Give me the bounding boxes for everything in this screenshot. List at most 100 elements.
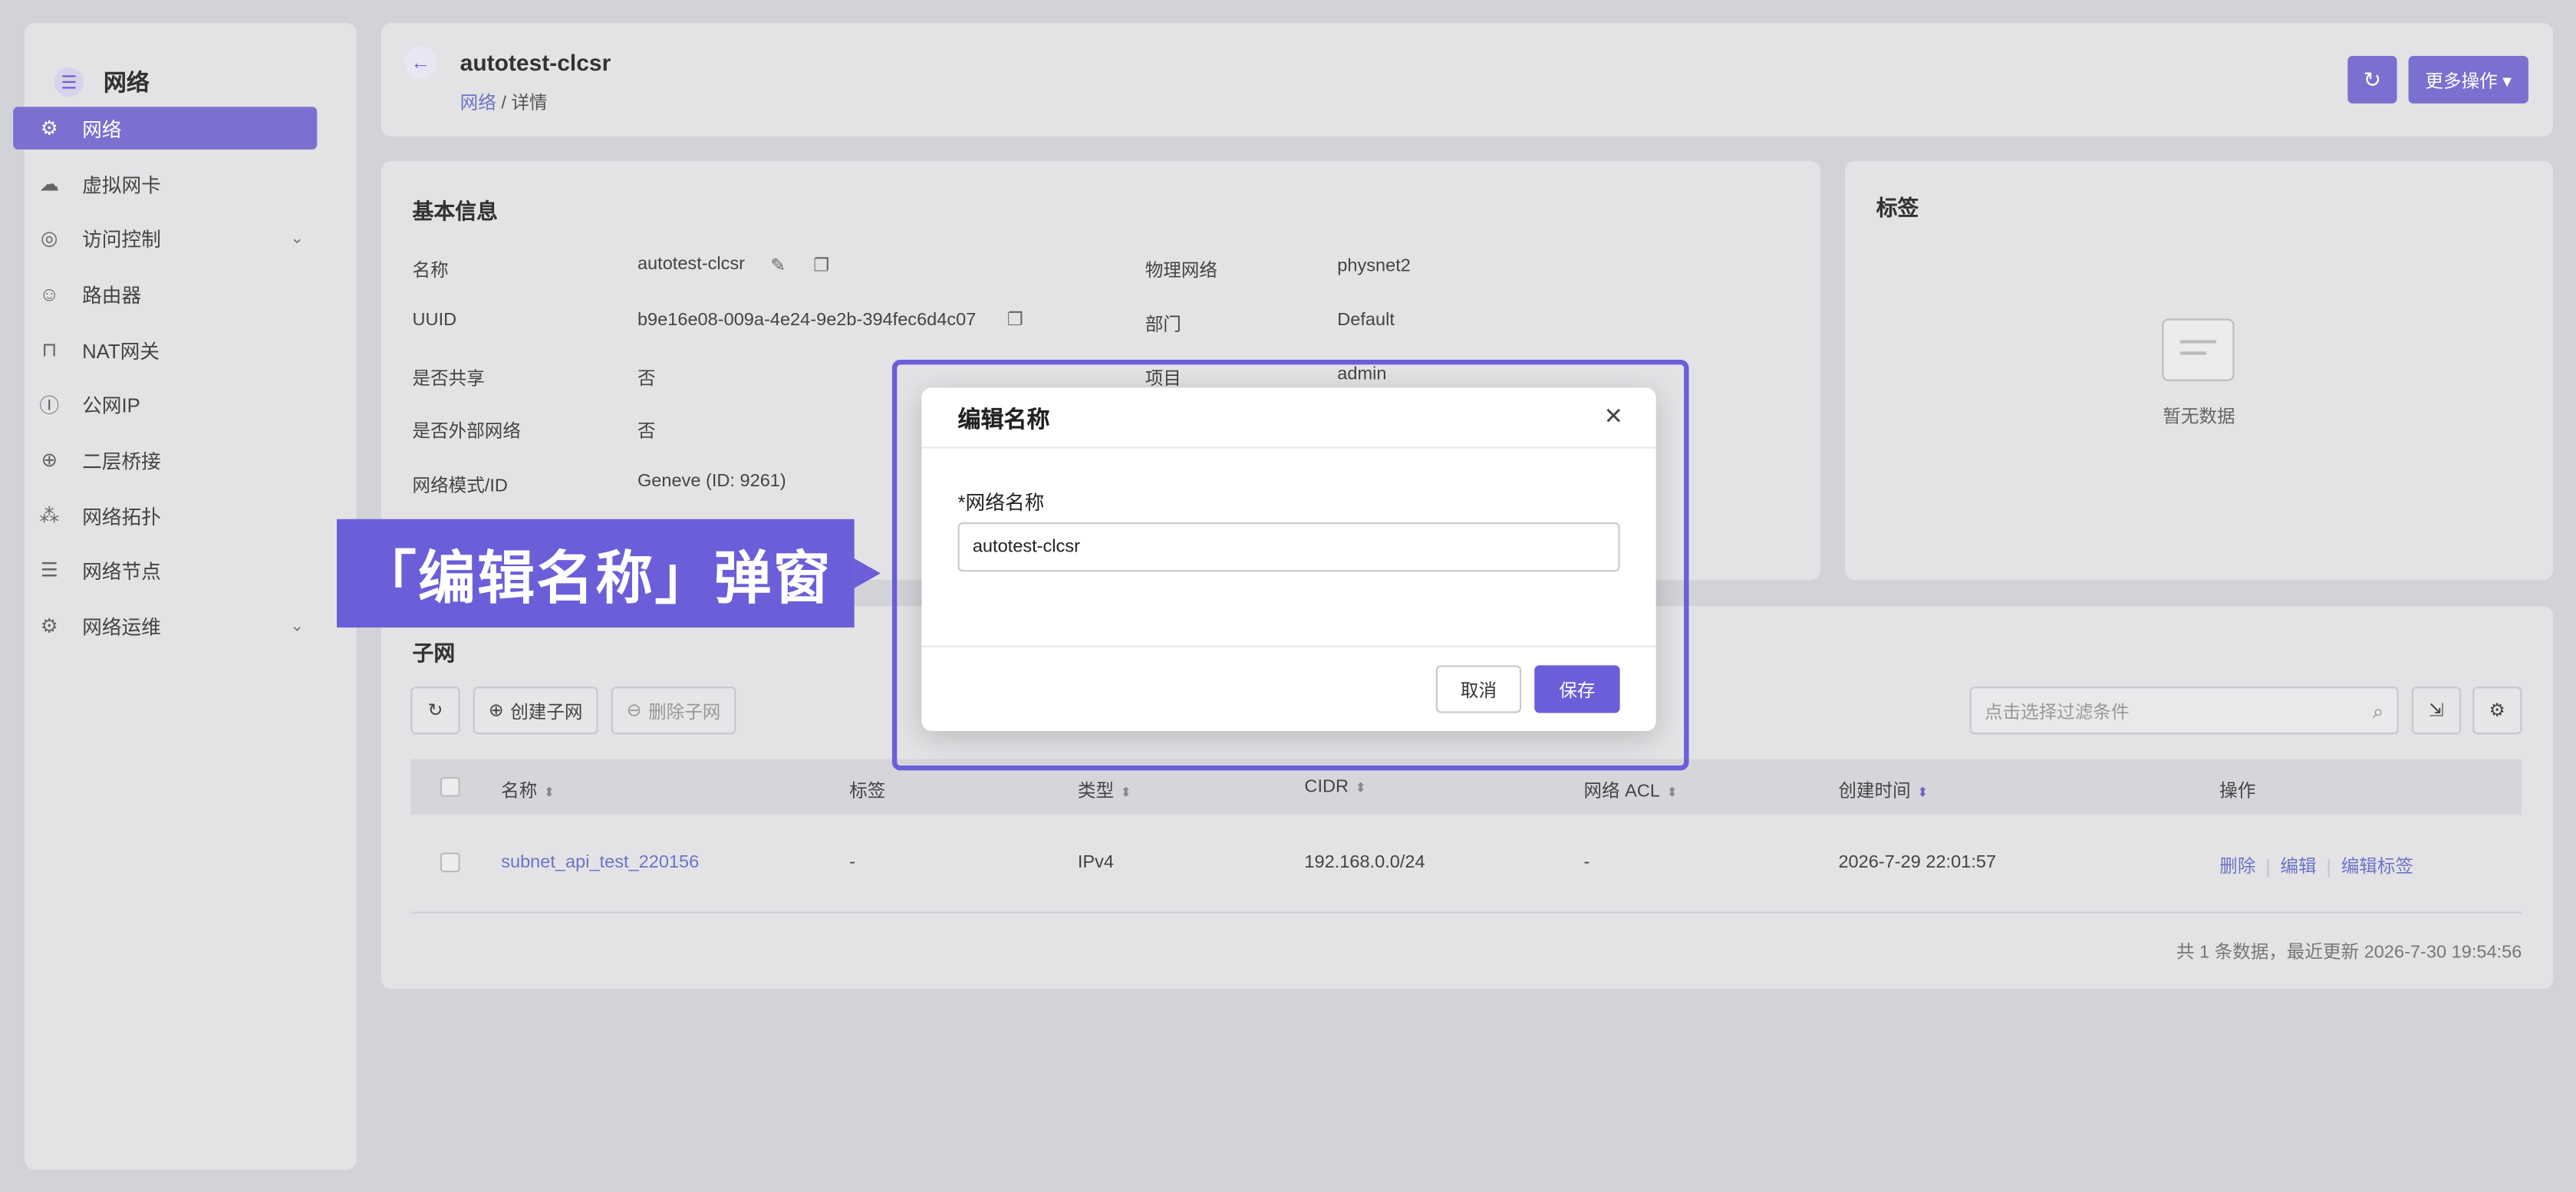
modal-title: 编辑名称 [957, 405, 1050, 433]
refresh-button[interactable]: ↻ [410, 687, 460, 735]
sidebar-item-network[interactable]: ⚙ 网络 [13, 107, 318, 150]
search-icon[interactable]: ⌕ [2373, 700, 2383, 724]
chevron-down-icon[interactable]: ⌄ [290, 617, 304, 635]
field-label: 是否外部网络 [412, 422, 521, 443]
server-icon: ☰ [40, 558, 58, 582]
table-cell: - [849, 852, 856, 873]
tags-card: 标签 暂无数据 [1845, 160, 2554, 580]
sidebar-item-nat-gateway[interactable]: ⊓ NAT网关 [13, 328, 317, 371]
sidebar-item-network-ops[interactable]: ⚙ 网络运维 ⌄ [13, 604, 317, 647]
delete-link[interactable]: 删除 [2219, 858, 2255, 878]
button-label: 删除子网 [648, 702, 721, 723]
sidebar-item-l2-bridge[interactable]: ⊕ 二层桥接 [13, 439, 317, 482]
back-arrow-icon[interactable]: ← [404, 45, 437, 79]
field-label: 物理网络 [1145, 261, 1217, 282]
refresh-icon: ↻ [427, 701, 443, 722]
minus-circle-icon: ⊖ [626, 701, 642, 722]
filter-placeholder: 点击选择过滤条件 [1985, 702, 2130, 723]
shield-icon: ◎ [41, 226, 58, 250]
sidebar-item-label: NAT网关 [82, 339, 160, 363]
table-cell: 192.168.0.0/24 [1304, 852, 1425, 873]
sidebar-item-label: 网络运维 [82, 615, 161, 639]
field-label: *网络名称 [957, 491, 1045, 515]
sidebar-item-access-control[interactable]: ◎ 访问控制 ⌄ [13, 217, 317, 260]
bridge-icon: ⊕ [41, 448, 58, 472]
network-name-input[interactable]: autotest-clcsr [957, 522, 1620, 572]
cloud-icon: ☁ [39, 172, 60, 196]
refresh-icon: ↻ [2363, 66, 2382, 91]
sidebar-item-label: 路由器 [82, 283, 142, 307]
column-header[interactable]: 名称 ⬍ [501, 777, 555, 803]
delete-subnet-button[interactable]: ⊖ 删除子网 [611, 687, 736, 735]
column-header[interactable]: CIDR ⬍ [1304, 777, 1366, 797]
field-value: b9e16e08-009a-4e24-9e2b-394fec6d4c07 [637, 310, 977, 331]
row-actions: 删除 编辑 编辑标签 [2219, 852, 2413, 878]
create-subnet-button[interactable]: ⊕ 创建子网 [473, 687, 598, 735]
sidebar-item-label: 虚拟网卡 [82, 173, 161, 196]
sidebar-title: 网络 [103, 68, 150, 96]
gear-icon: ⚙ [2489, 701, 2505, 722]
table-cell: 2026-7-29 22:01:57 [1838, 852, 1997, 873]
sidebar-item-label: 网络 [82, 117, 122, 141]
sidebar-item-router[interactable]: ☺ 路由器 [13, 273, 317, 316]
breadcrumb-separator: / [501, 94, 506, 114]
app-root: ☰ 网络 ⚙ 网络 ☁ 虚拟网卡 ◎ 访问控制 ⌄ ☺ 路由器 ⊓ NAT网关 … [0, 0, 2576, 1192]
filter-input[interactable]: 点击选择过滤条件 ⌕ [1969, 687, 2399, 735]
field-label: 网络模式/ID [412, 476, 508, 496]
field-label: 部门 [1145, 315, 1181, 335]
refresh-button[interactable]: ↻ [2347, 55, 2397, 104]
sort-icon: ⬍ [1355, 780, 1366, 795]
sidebar-item-network-node[interactable]: ☰ 网络节点 [13, 548, 317, 591]
router-icon: ☺ [39, 282, 60, 306]
column-header[interactable]: 类型 ⬍ [1078, 777, 1132, 803]
breadcrumb: 网络 / 详情 [460, 89, 548, 115]
ip-icon: Ⓘ [39, 393, 60, 417]
table-footer: 共 1 条数据，最近更新 2026-7-30 19:54:56 [2176, 943, 2522, 963]
breadcrumb-link[interactable]: 网络 [460, 94, 496, 114]
gateway-icon: ⊓ [41, 338, 58, 362]
edit-tags-link[interactable]: 编辑标签 [2341, 858, 2413, 878]
column-header: 标签 [849, 782, 886, 802]
cancel-button[interactable]: 取消 [1435, 665, 1522, 713]
menu-icon[interactable]: ☰ [54, 67, 84, 97]
copy-icon[interactable]: ❐ [813, 255, 829, 276]
sidebar-item-public-ip[interactable]: Ⓘ 公网IP [13, 383, 317, 426]
export-icon: ⇲ [2429, 701, 2444, 722]
edit-link[interactable]: 编辑 [2281, 858, 2317, 878]
network-icon: ⚙ [40, 117, 58, 140]
sidebar-item-vnic[interactable]: ☁ 虚拟网卡 [13, 163, 317, 206]
card-title: 基本信息 [412, 199, 498, 224]
field-label: 是否共享 [412, 369, 485, 390]
field-label: UUID [412, 310, 457, 331]
sidebar-item-label: 二层桥接 [82, 449, 161, 473]
card-title: 子网 [412, 640, 456, 666]
table-cell: IPv4 [1077, 852, 1115, 873]
empty-text: 暂无数据 [2163, 407, 2235, 427]
export-button[interactable]: ⇲ [2411, 687, 2462, 735]
field-value: physnet2 [1337, 256, 1411, 276]
sidebar-item-label: 访问控制 [82, 227, 161, 251]
field-value: 否 [637, 369, 656, 390]
topology-icon: ⁂ [39, 504, 60, 528]
edit-icon[interactable]: ✎ [770, 255, 786, 276]
sidebar-header: ☰ 网络 [25, 23, 357, 112]
close-icon[interactable]: ✕ [1604, 403, 1623, 430]
column-header[interactable]: 网络 ACL ⬍ [1584, 777, 1678, 803]
chevron-down-icon[interactable]: ⌄ [290, 229, 304, 248]
empty-box-icon [2162, 318, 2235, 381]
divider [921, 446, 1656, 449]
subnet-name-link[interactable]: subnet_api_test_220156 [501, 852, 699, 872]
sidebar-item-label: 公网IP [82, 393, 140, 417]
edit-name-modal: 编辑名称 ✕ *网络名称 autotest-clcsr 取消 保存 [921, 387, 1656, 732]
more-actions-button[interactable]: 更多操作 ▾ [2408, 55, 2528, 104]
copy-icon[interactable]: ❐ [1007, 309, 1023, 331]
save-button[interactable]: 保存 [1534, 665, 1620, 713]
column-header[interactable]: 创建时间 ⬍ [1838, 777, 1928, 803]
sidebar-item-topology[interactable]: ⁂ 网络拓扑 [13, 495, 317, 538]
callout-label: 「编辑名称」弹窗 [337, 519, 855, 628]
breadcrumb-current: 详情 [511, 94, 548, 114]
sidebar-item-label: 网络节点 [82, 559, 161, 583]
row-checkbox[interactable] [440, 852, 460, 873]
settings-button[interactable]: ⚙ [2472, 687, 2522, 735]
select-all-checkbox[interactable] [440, 776, 460, 797]
